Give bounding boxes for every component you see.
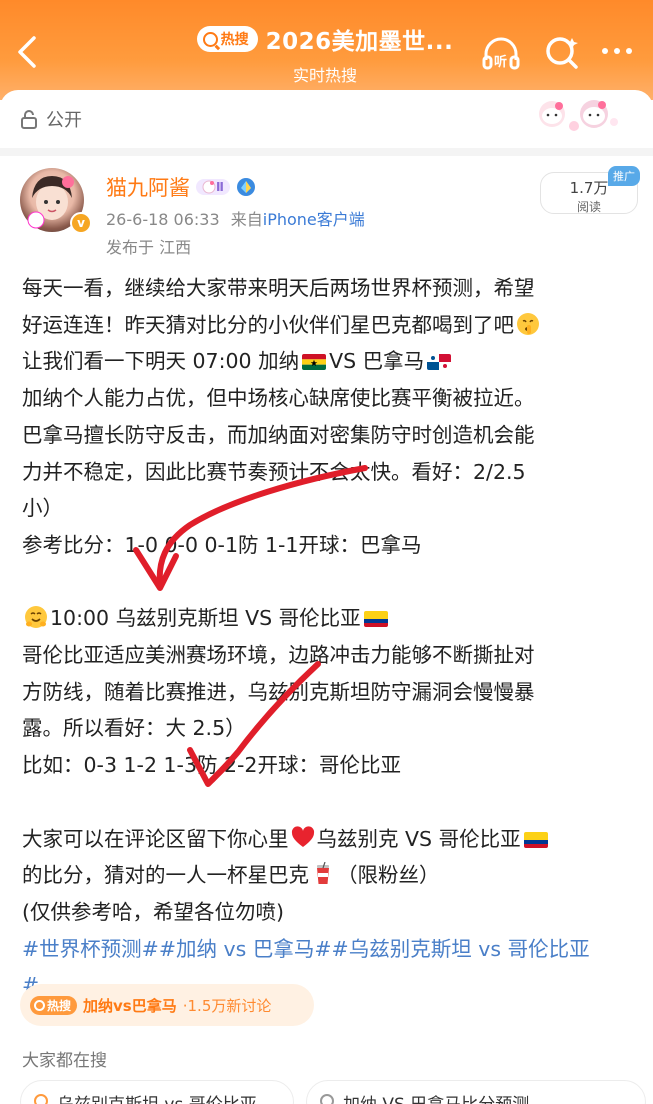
search-icon (34, 999, 45, 1011)
colombia-flag-icon (523, 831, 548, 848)
body-line: 的比分，猜对的一人一杯星巴克 （限粉丝） (22, 862, 440, 888)
back-arrow-icon[interactable] (14, 34, 42, 70)
hello-kitty-decoration-icon (539, 100, 618, 131)
body-line: 每天一看，继续给大家带来明天后两场世界杯预测，希望 (22, 276, 535, 300)
body-line: 参考比分：1-0 0-0 0-1防 1-1开球：巴拿马 (22, 532, 422, 557)
body-line: 10:00 乌兹别克斯坦 VS 哥伦比亚 (22, 600, 637, 637)
search-icon (320, 1094, 334, 1104)
body-line: 好运连连！昨天猜对比分的小伙伴们星巴克都喝到了吧 (22, 307, 637, 344)
body-line: 露。所以看好：大 2.5） (22, 716, 246, 741)
body-line: (仅供参考哈，希望各位勿喷) (22, 899, 284, 924)
body-line: 加纳个人能力占优，但中场核心缺席使比赛平衡被拉近。 (22, 386, 535, 411)
more-icon[interactable] (602, 48, 640, 58)
location: 发布于 江西 (106, 238, 192, 257)
hot-search-badge: 热搜 (196, 26, 258, 52)
body-line: 大家可以在评论区留下你心里 乌兹别克 VS 哥伦比亚 (22, 821, 637, 858)
verified-icon: v (70, 212, 92, 234)
reads-label: 阅读 (576, 200, 601, 214)
hot-search-badge: 热搜 (30, 995, 78, 1015)
body-line: 哥伦比亚适应美洲赛场环境，边路冲击力能够不断撕扯对 (22, 643, 535, 668)
body-line: 小） (22, 496, 63, 521)
header-title-block: 热搜 2026美加墨世... 实时热搜 (150, 22, 500, 86)
hot-topic-text: 加纳vs巴拿马 (83, 996, 177, 1015)
source-prefix: 来自 (230, 210, 263, 229)
post-body: 每天一看，继续给大家带来明天后两场世界杯预测，希望 好运连连！昨天猜对比分的小伙… (22, 270, 637, 1004)
search-icon[interactable] (543, 34, 581, 72)
topic-tags[interactable]: #世界杯预测##加纳 vs 巴拿马##乌兹别克斯坦 vs 哥伦比亚 (22, 931, 637, 968)
visibility-label: 公开 (46, 110, 82, 131)
hot-topic-count: ·1.5万新讨论 (182, 996, 272, 1015)
visibility-row: 公开 (20, 106, 82, 132)
author-row: 猫九阿酱 Ⅱ (106, 172, 256, 202)
post-meta: 26-6-18 06:33 来自iPhone客户端 (106, 206, 365, 230)
promo-tag: 推广 (608, 166, 640, 186)
panama-flag-icon (427, 354, 452, 371)
body-line: 比如：0-3 1-2 1-3防 2-2开球：哥伦比亚 (22, 753, 401, 778)
heart-icon (291, 825, 314, 847)
hugging-face-icon (25, 606, 47, 629)
ghana-flag-icon (302, 354, 327, 371)
search-icon (34, 1094, 48, 1104)
device-link[interactable]: iPhone客户端 (263, 210, 365, 229)
cup-icon (317, 862, 329, 885)
search-chip[interactable]: 乌兹别克斯坦 vs 哥伦比亚 (20, 1080, 294, 1104)
section-divider (0, 148, 653, 156)
top-banner: 热搜 2026美加墨世... 实时热搜 听 (0, 0, 653, 100)
listen-icon[interactable]: 听 (480, 34, 522, 72)
page-title: 2026美加墨世... (265, 29, 454, 55)
body-line: 巴拿马擅长防守反击，而加纳面对密集防守时创造机会能 (22, 422, 535, 447)
hot-topic-pill[interactable]: 热搜 加纳vs巴拿马 ·1.5万新讨论 (20, 984, 314, 1026)
page-subtitle: 实时热搜 (292, 66, 357, 85)
shushing-face-icon (517, 312, 539, 335)
colombia-flag-icon (363, 611, 388, 628)
search-icon (202, 31, 218, 47)
search-heading: 大家都在搜 (22, 1051, 107, 1071)
username[interactable]: 猫九阿酱 (106, 172, 190, 202)
svg-text:听: 听 (494, 54, 507, 70)
timestamp: 26-6-18 06:33 (106, 210, 220, 229)
search-chip[interactable]: 加纳 VS 巴拿马比分预测 (306, 1080, 646, 1104)
level-badge: Ⅱ (196, 179, 230, 195)
body-line: 力并不稳定，因此比赛节奏预计不会太快。看好：2/2.5 (22, 459, 526, 484)
body-line: 让我们看一下明天 07:00 加纳 VS 巴拿马 (22, 343, 637, 380)
body-line: 方防线，随着比赛推进，乌兹别克斯坦防守漏洞会慢慢暴 (22, 679, 535, 704)
kitty-icon (202, 180, 216, 194)
lock-open-icon (21, 110, 37, 129)
member-icon (236, 178, 255, 196)
